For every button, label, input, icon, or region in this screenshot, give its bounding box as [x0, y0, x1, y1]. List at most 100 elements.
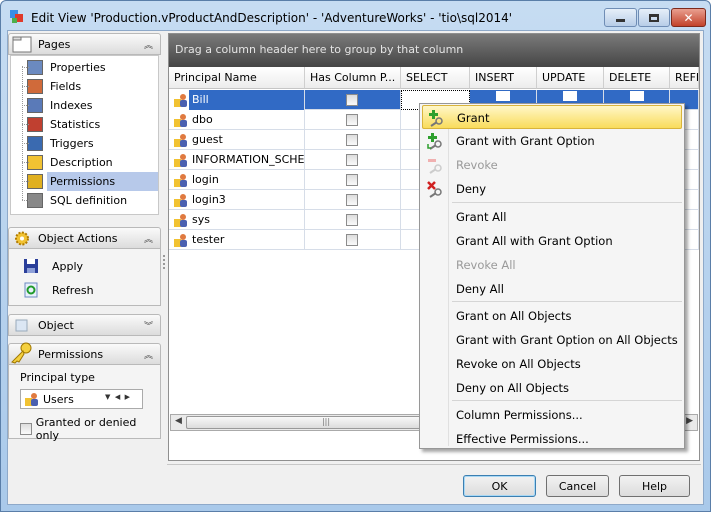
- object-icon: [15, 319, 28, 332]
- close-button[interactable]: ✕: [671, 8, 706, 27]
- principal-name: login3: [192, 193, 226, 206]
- has-column-permission-checkbox[interactable]: [346, 94, 358, 106]
- expand-icon[interactable]: ︾: [144, 319, 153, 332]
- ok-button[interactable]: OK: [463, 475, 536, 497]
- menu-separator: [452, 400, 682, 401]
- dropdown-arrow-icon[interactable]: ▼ ◀ ▶: [105, 393, 130, 401]
- page-item-label: Statistics: [50, 118, 101, 131]
- has-column-permission-checkbox[interactable]: [346, 214, 358, 226]
- page-item-properties[interactable]: Properties: [27, 58, 158, 77]
- checkbox-box[interactable]: [20, 423, 32, 435]
- has-column-permission-checkbox[interactable]: [346, 194, 358, 206]
- column-header-6[interactable]: REFE: [670, 67, 699, 89]
- menu-item-deny-on-all-objects[interactable]: Deny on All Objects: [422, 376, 682, 400]
- object-actions-header[interactable]: Object Actions ︽: [8, 227, 161, 249]
- column-header-2[interactable]: SELECT: [401, 67, 470, 89]
- page-item-label: Permissions: [50, 175, 116, 188]
- menu-item-label: Revoke on All Objects: [456, 357, 581, 371]
- page-item-permissions[interactable]: Permissions: [27, 172, 158, 191]
- principal-name-cell[interactable]: guest: [169, 130, 305, 150]
- collapse-icon[interactable]: ︽: [144, 38, 153, 51]
- menu-item-grant-on-all-objects[interactable]: Grant on All Objects: [422, 304, 682, 328]
- permission-cell[interactable]: [305, 130, 401, 150]
- principal-name-cell[interactable]: login: [169, 170, 305, 190]
- permission-cell[interactable]: [305, 230, 401, 250]
- granted-only-checkbox[interactable]: Granted or denied only: [20, 416, 160, 442]
- has-column-permission-checkbox[interactable]: [346, 174, 358, 186]
- menu-item-grant-with-grant-option[interactable]: Grant with Grant Option: [422, 129, 682, 153]
- principal-name-cell[interactable]: sys: [169, 210, 305, 230]
- permission-cell[interactable]: [305, 90, 401, 110]
- scroll-left-icon[interactable]: ◀: [175, 416, 182, 426]
- permission-cell[interactable]: [305, 170, 401, 190]
- menu-item-label: Deny on All Objects: [456, 381, 570, 395]
- page-item-fields[interactable]: Fields: [27, 77, 158, 96]
- page-item-triggers[interactable]: Triggers: [27, 134, 158, 153]
- maximize-button[interactable]: [638, 8, 670, 27]
- user-icon: [174, 94, 187, 107]
- menu-item-grant-all[interactable]: Grant All: [422, 205, 682, 229]
- menu-item-grant-all-with-grant-option[interactable]: Grant All with Grant Option: [422, 229, 682, 253]
- has-column-permission-checkbox[interactable]: [346, 114, 358, 126]
- principal-name-cell[interactable]: tester: [169, 230, 305, 250]
- menu-item-label: Grant on All Objects: [456, 309, 572, 323]
- refresh-action[interactable]: Refresh: [23, 282, 94, 298]
- group-by-panel[interactable]: Drag a column header here to group by th…: [169, 34, 699, 67]
- cancel-button[interactable]: Cancel: [546, 475, 609, 497]
- user-icon: [174, 134, 187, 147]
- menu-separator: [452, 301, 682, 302]
- has-column-permission-checkbox[interactable]: [346, 154, 358, 166]
- principal-name-cell[interactable]: INFORMATION_SCHEM: [169, 150, 305, 170]
- minimize-button[interactable]: [604, 8, 637, 27]
- menu-item-label: Revoke: [456, 158, 498, 172]
- principal-name-cell[interactable]: Bill: [169, 90, 305, 110]
- splitter-handle[interactable]: [163, 255, 166, 269]
- permission-checkbox[interactable]: [563, 91, 577, 101]
- page-item-sql-definition[interactable]: SQL definition: [27, 191, 158, 210]
- principal-name-cell[interactable]: login3: [169, 190, 305, 210]
- principal-type-label: Principal type: [20, 371, 95, 384]
- menu-item-column-permissions[interactable]: Column Permissions...: [422, 403, 682, 427]
- column-header-4[interactable]: UPDATE: [537, 67, 604, 89]
- menu-item-effective-permissions[interactable]: Effective Permissions...: [422, 427, 682, 451]
- menu-item-grant[interactable]: Grant: [422, 105, 682, 129]
- principal-type-select[interactable]: Users ▼ ◀ ▶: [20, 389, 143, 409]
- permission-cell[interactable]: [305, 110, 401, 130]
- permissions-panel-header[interactable]: Permissions ︽: [8, 342, 161, 365]
- permission-checkbox[interactable]: [496, 91, 510, 101]
- menu-item-deny[interactable]: Deny: [422, 177, 682, 201]
- collapse-icon[interactable]: ︽: [144, 232, 153, 245]
- menu-item-revoke-on-all-objects[interactable]: Revoke on All Objects: [422, 352, 682, 376]
- page-item-description[interactable]: Description: [27, 153, 158, 172]
- menu-item-revoke-all[interactable]: Revoke All: [422, 253, 682, 277]
- column-header-0[interactable]: Principal Name: [169, 67, 305, 89]
- column-header-5[interactable]: DELETE: [604, 67, 670, 89]
- menu-item-label: Effective Permissions...: [456, 432, 589, 446]
- menu-item-revoke[interactable]: Revoke: [422, 153, 682, 177]
- menu-item-grant-with-grant-option-on-all-objects[interactable]: Grant with Grant Option on All Objects: [422, 328, 682, 352]
- page-item-indexes[interactable]: Indexes: [27, 96, 158, 115]
- scroll-right-icon[interactable]: ▶: [686, 416, 693, 426]
- permission-cell[interactable]: [305, 210, 401, 230]
- apply-action[interactable]: Apply: [23, 258, 83, 274]
- pages-tree: Properties Fields Indexes Statistics Trigger…: [10, 55, 159, 215]
- permission-checkbox[interactable]: [630, 91, 644, 101]
- menu-item-deny-all[interactable]: Deny All: [422, 277, 682, 301]
- triggers-icon: [27, 136, 43, 151]
- object-panel-header[interactable]: Object ︾: [8, 314, 161, 336]
- help-button[interactable]: Help: [619, 475, 690, 497]
- principal-name: login: [192, 173, 219, 186]
- refresh-label: Refresh: [52, 283, 94, 297]
- has-column-permission-checkbox[interactable]: [346, 234, 358, 246]
- column-header-3[interactable]: INSERT: [470, 67, 537, 89]
- principal-name-cell[interactable]: dbo: [169, 110, 305, 130]
- divider: [167, 464, 701, 465]
- permission-cell[interactable]: [305, 190, 401, 210]
- permission-cell[interactable]: [305, 150, 401, 170]
- page-item-statistics[interactable]: Statistics: [27, 115, 158, 134]
- properties-icon: [27, 60, 43, 75]
- collapse-icon[interactable]: ︽: [144, 348, 153, 361]
- has-column-permission-checkbox[interactable]: [346, 134, 358, 146]
- column-header-1[interactable]: Has Column P...: [305, 67, 401, 89]
- pages-panel-header[interactable]: Pages ︽: [8, 33, 161, 55]
